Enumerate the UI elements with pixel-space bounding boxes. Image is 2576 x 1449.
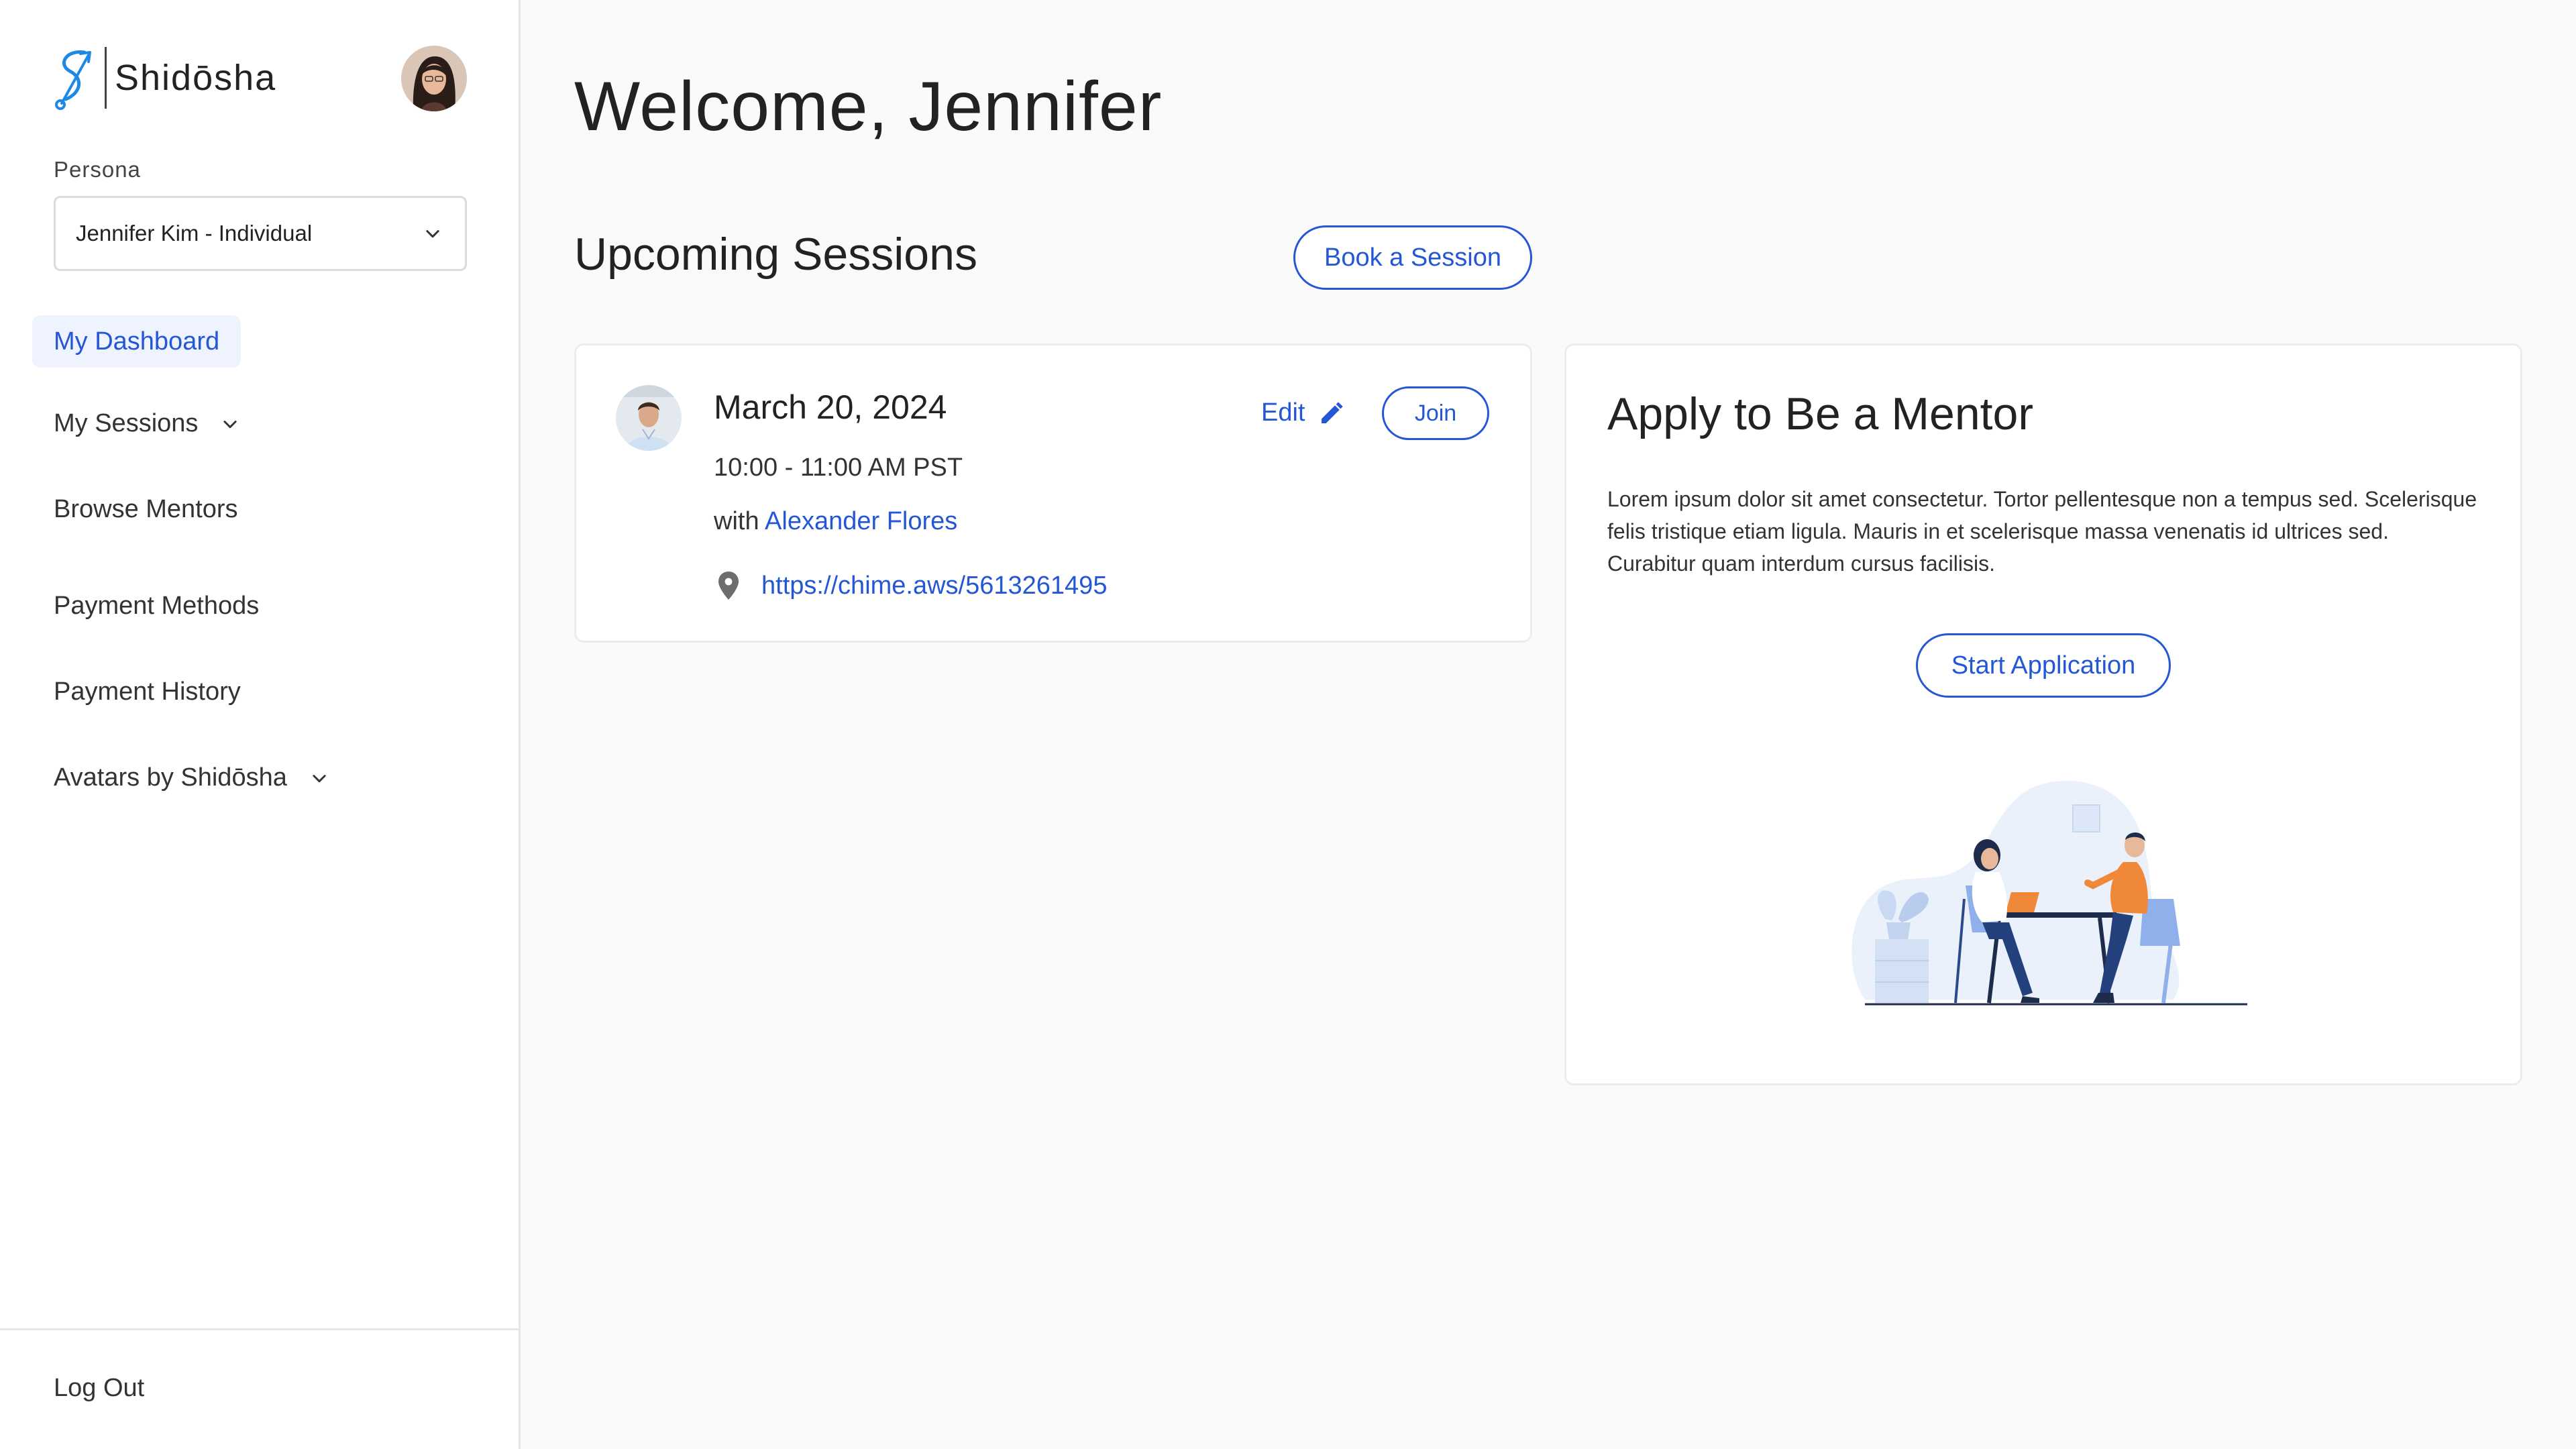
mentor-apply-title: Apply to Be a Mentor xyxy=(1607,388,2034,439)
chevron-down-icon xyxy=(421,221,445,246)
page-title: Welcome, Jennifer xyxy=(574,68,1163,146)
nav-item-label: My Sessions xyxy=(54,409,199,437)
nav-item-my-dashboard[interactable]: My Dashboard xyxy=(32,315,241,368)
persona-select-value: Jennifer Kim - Individual xyxy=(76,221,313,246)
edit-session-button[interactable]: Edit xyxy=(1261,398,1345,427)
nav-item-label: Payment History xyxy=(54,678,241,706)
nav-item-payment-methods[interactable]: Payment Methods xyxy=(54,592,259,621)
persona-select[interactable]: Jennifer Kim - Individual xyxy=(54,196,467,271)
edit-label: Edit xyxy=(1261,398,1305,427)
nav-item-avatars[interactable]: Avatars by Shidōsha xyxy=(54,763,331,792)
session-with: with Alexander Flores xyxy=(714,507,957,536)
location-pin-icon xyxy=(718,572,739,600)
sidebar-footer-divider xyxy=(0,1328,521,1330)
session-with-prefix: with xyxy=(714,507,759,535)
session-date: March 20, 2024 xyxy=(714,388,947,426)
start-application-label: Start Application xyxy=(1951,651,2136,680)
join-label: Join xyxy=(1414,400,1457,426)
mentoring-illustration xyxy=(1851,780,2247,1006)
mentor-name-link[interactable]: Alexander Flores xyxy=(765,507,957,535)
book-session-button[interactable]: Book a Session xyxy=(1293,225,1532,290)
nav-item-payment-history[interactable]: Payment History xyxy=(54,678,241,706)
nav-item-my-sessions[interactable]: My Sessions xyxy=(54,409,242,438)
nav-item-browse-mentors[interactable]: Browse Mentors xyxy=(54,495,238,524)
nav-item-label: My Dashboard xyxy=(54,327,220,356)
persona-label: Persona xyxy=(54,157,141,182)
session-meeting-link[interactable]: https://chime.aws/5613261495 xyxy=(761,572,1107,600)
pencil-icon xyxy=(1322,401,1344,423)
start-application-button[interactable]: Start Application xyxy=(1916,633,2171,698)
sidebar: Shidōsha Persona Jennifer Kim - Individu… xyxy=(0,0,521,1449)
chevron-down-icon xyxy=(307,766,331,790)
logo-divider xyxy=(105,47,107,109)
upcoming-sessions-heading: Upcoming Sessions xyxy=(574,229,977,280)
book-session-label: Book a Session xyxy=(1324,243,1502,272)
mentor-avatar xyxy=(616,385,682,451)
user-avatar[interactable] xyxy=(401,46,467,111)
logo-mark-icon xyxy=(55,50,91,110)
brand-name: Shidōsha xyxy=(115,58,277,98)
mentor-apply-description: Lorem ipsum dolor sit amet consectetur. … xyxy=(1607,487,2477,576)
join-session-button[interactable]: Join xyxy=(1382,386,1489,440)
nav-item-label: Avatars by Shidōsha xyxy=(54,763,287,792)
session-time: 10:00 - 11:00 AM PST xyxy=(714,453,963,482)
nav-item-label: Browse Mentors xyxy=(54,495,238,523)
logout-link[interactable]: Log Out xyxy=(54,1374,144,1403)
chevron-down-icon xyxy=(218,412,242,436)
brand-logo[interactable]: Shidōsha xyxy=(52,44,276,111)
nav-item-label: Payment Methods xyxy=(54,592,260,620)
